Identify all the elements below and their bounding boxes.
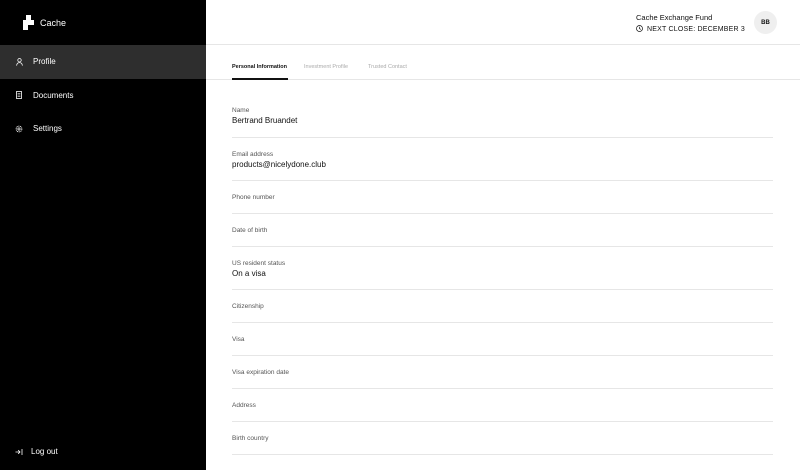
field-visa[interactable]: Visa [232, 323, 773, 356]
document-icon [15, 91, 23, 100]
field-label: Birth country [232, 435, 269, 442]
sidebar-item-label: Documents [33, 90, 74, 100]
field-visa-expiration-date[interactable]: Visa expiration date [232, 356, 773, 389]
field-value: On a visa [232, 269, 266, 278]
field-label: Phone number [232, 194, 275, 201]
cache-logo-icon [23, 15, 34, 30]
gear-icon [15, 124, 23, 133]
next-close: NEXT CLOSE: DECEMBER 3 [636, 25, 745, 34]
field-label: Address [232, 402, 256, 409]
field-label: Visa [232, 336, 245, 343]
top-header: Cache Exchange Fund NEXT CLOSE: DECEMBER… [206, 0, 800, 45]
field-label: Email address [232, 151, 274, 158]
profile-tabs: Personal Information Investment Profile … [206, 45, 800, 80]
brand[interactable]: Cache [23, 15, 66, 30]
tab-trusted-contact[interactable]: Trusted Contact [368, 64, 407, 70]
field-label: Name [232, 107, 250, 114]
logout-icon [15, 447, 23, 456]
sidebar: Cache Profile Documents Settings Log out [0, 0, 206, 470]
field-label: US resident status [232, 260, 286, 267]
field-label: Date of birth [232, 227, 268, 234]
fund-info: Cache Exchange Fund NEXT CLOSE: DECEMBER… [636, 13, 745, 34]
field-us-resident-status[interactable]: US resident status On a visa [232, 247, 773, 290]
brand-name: Cache [40, 17, 67, 28]
logout-button[interactable]: Log out [15, 447, 58, 456]
avatar[interactable]: BB [754, 11, 777, 34]
field-phone-number[interactable]: Phone number [232, 181, 773, 214]
field-value: Bertrand Bruandet [232, 116, 298, 125]
field-citizenship[interactable]: Citizenship [232, 290, 773, 323]
field-date-of-birth[interactable]: Date of birth [232, 214, 773, 247]
field-birth-country[interactable]: Birth country [232, 422, 773, 455]
tab-personal-information[interactable]: Personal Information [232, 64, 287, 70]
tab-investment-profile[interactable]: Investment Profile [304, 64, 348, 70]
clock-icon [636, 25, 643, 34]
next-close-text: NEXT CLOSE: DECEMBER 3 [647, 26, 746, 33]
sidebar-item-profile[interactable]: Profile [0, 45, 206, 79]
field-address[interactable]: Address [232, 389, 773, 422]
logout-label: Log out [31, 447, 58, 456]
field-label: Citizenship [232, 303, 264, 310]
field-email[interactable]: Email address products@nicelydone.club [232, 138, 773, 181]
field-label: Visa expiration date [232, 369, 289, 376]
sidebar-nav: Profile Documents Settings [0, 45, 206, 146]
fund-name: Cache Exchange Fund [636, 13, 713, 22]
sidebar-item-label: Settings [33, 124, 62, 134]
sidebar-item-label: Profile [33, 57, 56, 67]
personal-information-form: Name Bertrand Bruandet Email address pro… [232, 80, 773, 455]
sidebar-item-documents[interactable]: Documents [0, 79, 206, 113]
sidebar-item-settings[interactable]: Settings [0, 112, 206, 146]
field-name[interactable]: Name Bertrand Bruandet [232, 80, 773, 138]
user-icon [15, 57, 23, 66]
field-value: products@nicelydone.club [232, 160, 326, 169]
